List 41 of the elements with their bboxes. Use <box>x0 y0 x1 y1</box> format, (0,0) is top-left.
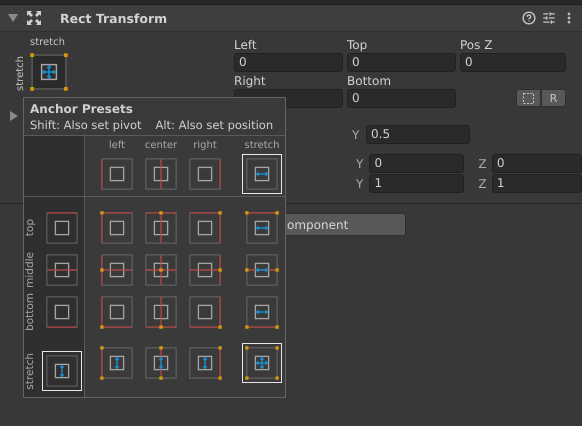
number-field[interactable]: 1 <box>492 174 582 193</box>
popup-title: Anchor Presets <box>29 101 134 116</box>
field-label: Bottom <box>347 73 392 89</box>
row-label: bottom <box>24 293 37 331</box>
settings-icon[interactable] <box>542 11 556 25</box>
axis-label: Z <box>478 156 488 170</box>
number-field[interactable]: 0 <box>347 53 456 72</box>
column-label: center <box>144 140 178 153</box>
number-field[interactable]: 1 <box>369 174 464 193</box>
field-label: Left <box>234 37 258 53</box>
raw-edit-button[interactable]: R <box>541 89 566 107</box>
column-label: stretch <box>244 140 280 153</box>
axis-label: Y <box>356 156 364 170</box>
field-label: Top <box>347 37 368 53</box>
number-field[interactable]: 0 <box>492 154 582 173</box>
column-label: right <box>193 140 217 153</box>
field-label: Right <box>234 73 267 89</box>
hint-text: Alt: Also set position <box>156 118 274 132</box>
blueprint-mode-button[interactable] <box>516 89 541 107</box>
number-field[interactable]: 0 <box>234 53 343 72</box>
collapse-arrow-icon[interactable] <box>8 14 18 22</box>
field-label: Pos Z <box>460 37 494 53</box>
number-field[interactable]: 0 <box>460 53 566 72</box>
hint-text: Shift: Also set pivot <box>30 118 142 132</box>
component-title: Rect Transform <box>60 10 168 26</box>
number-field[interactable]: 0 <box>369 154 464 173</box>
anchor-label: stretch <box>14 56 26 90</box>
axis-label: Y <box>352 128 360 142</box>
dashed-square-icon <box>523 92 534 104</box>
number-field[interactable]: 0 <box>347 89 456 108</box>
foldout-arrow-icon[interactable] <box>10 111 18 124</box>
column-label: left <box>108 140 126 153</box>
axis-label: Z <box>478 176 488 190</box>
row-label: stretch <box>24 352 37 390</box>
row-label: middle <box>24 252 37 288</box>
rect-transform-icon <box>26 10 42 26</box>
number-field[interactable]: 0.5 <box>366 125 470 144</box>
anchor-label: stretch <box>30 37 66 50</box>
axis-label: Y <box>356 176 364 190</box>
help-icon[interactable] <box>522 11 536 25</box>
row-label: top <box>24 219 37 237</box>
